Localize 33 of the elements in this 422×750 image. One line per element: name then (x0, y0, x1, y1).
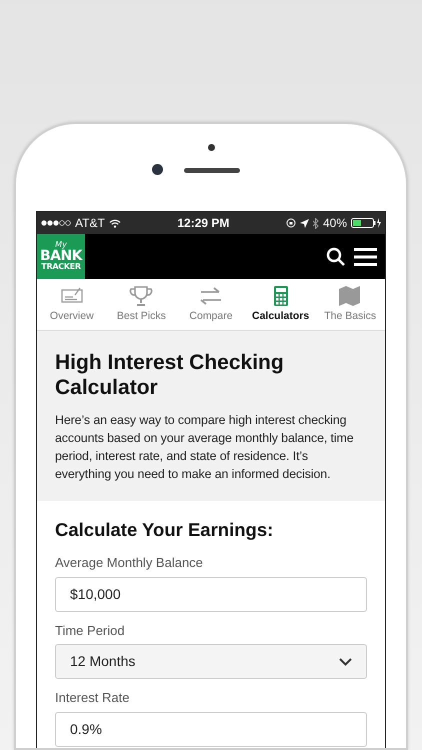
sensor-dot (208, 144, 215, 151)
field-label: Interest Rate (55, 689, 130, 708)
field-label: Average Monthly Balance (55, 554, 204, 572)
trophy-icon (129, 285, 154, 307)
select-field[interactable]: 12 Months (55, 644, 367, 680)
tab[interactable]: Overview (37, 279, 107, 330)
camera-dot (152, 164, 163, 175)
rotation-lock-icon (286, 218, 296, 228)
tab[interactable]: Compare (176, 279, 246, 330)
location-arrow-icon (300, 218, 309, 228)
map-icon (338, 285, 362, 307)
carrier-name: AT&T (75, 215, 105, 232)
field-label: Time Period (55, 622, 126, 640)
wifi-icon (108, 218, 121, 228)
status-time: 12:29 PM (177, 215, 230, 232)
search-icon[interactable] (326, 246, 346, 266)
input-field[interactable]: 0.9% (55, 712, 367, 747)
tab[interactable]: Best Picks (106, 279, 176, 330)
page-title: High Interest Checking Calculator (55, 350, 285, 400)
tab[interactable]: Calculators (246, 279, 316, 330)
bluetooth-icon (312, 218, 319, 228)
battery-icon (351, 218, 381, 228)
signal-icon (41, 220, 71, 226)
tab[interactable]: The Basics (315, 279, 385, 330)
menu-icon[interactable] (354, 248, 377, 266)
logo[interactable]: My BANK TRACKER (37, 234, 85, 279)
chevron-down-icon (339, 658, 352, 666)
intro-paragraph: Here’s an easy way to compare high interest checking accounts based on your average monthly balance, time period, interest rate, and state of residence. It’s everything you need to make an informed decision. (55, 412, 355, 484)
battery-percent: 40% (322, 215, 347, 232)
swap-arrows-icon (198, 285, 223, 307)
section-heading: Calculate Your Earnings: (55, 519, 274, 542)
speaker-grille (184, 168, 240, 173)
input-field[interactable]: $10,000 (55, 576, 367, 612)
